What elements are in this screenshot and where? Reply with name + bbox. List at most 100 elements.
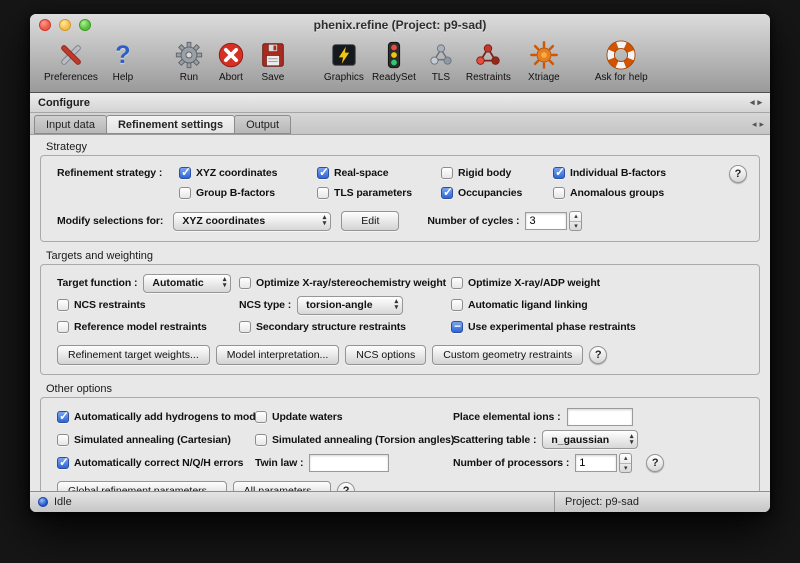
checkbox-use-experimental-phase-restraints[interactable]: Use experimental phase restraints — [451, 321, 747, 333]
processors-help-button[interactable]: ? — [646, 454, 664, 472]
checkbox-label: Anomalous groups — [570, 187, 664, 199]
checkbox-real-space[interactable]: Real-space — [317, 167, 441, 179]
toolbar-button-abort[interactable]: Abort — [210, 39, 252, 83]
status-bar: Idle Project: p9-sad — [30, 491, 770, 512]
strategy-help-button[interactable]: ? — [729, 165, 747, 183]
checkbox-label: Optimize X-ray/stereochemistry weight — [256, 277, 446, 289]
stepper-up-icon[interactable]: ▴ — [570, 212, 581, 222]
checkbox-tls-parameters[interactable]: TLS parameters — [317, 187, 441, 199]
checkbox-label: Rigid body — [458, 167, 511, 179]
scattering-table-dropdown[interactable]: n_gaussian ▴▾ — [542, 430, 638, 449]
targets-help-button[interactable]: ? — [589, 346, 607, 364]
save-icon — [256, 39, 290, 71]
toolbar-label: ReadySet — [372, 72, 416, 83]
checkbox-simulated-annealing-cartesian[interactable]: Simulated annealing (Cartesian) — [57, 434, 255, 446]
toolbar-button-ask-for-help[interactable]: Ask for help — [591, 39, 652, 83]
number-of-cycles-input[interactable] — [525, 212, 567, 230]
targets-group: Target function : Automatic ▴▾ Optimize … — [40, 264, 760, 375]
checkbox-individual-b-factors[interactable]: Individual B-factors — [553, 167, 747, 179]
title-bar[interactable]: phenix.refine (Project: p9-sad) — [30, 14, 770, 36]
ncs-type-dropdown[interactable]: torsion-angle ▴▾ — [297, 296, 403, 315]
checkbox-update-waters[interactable]: Update waters — [255, 411, 453, 423]
strategy-section: Strategy ? Refinement strategy : XYZ coo… — [38, 141, 762, 242]
strategy-row-2: Group B-factors TLS parameters Occupanci… — [57, 183, 747, 203]
traffic-light-icon — [377, 39, 411, 71]
checkbox-box — [239, 277, 251, 289]
checkbox-label: NCS restraints — [74, 299, 146, 311]
checkbox-box — [179, 167, 191, 179]
cycles-stepper[interactable]: ▴▾ — [569, 211, 582, 231]
zoom-button[interactable] — [79, 19, 91, 31]
tab-input-data[interactable]: Input data — [34, 115, 107, 134]
toolbar-button-restraints[interactable]: Restraints — [462, 39, 515, 83]
toolbar-button-graphics[interactable]: Graphics — [320, 39, 368, 83]
number-of-processors-input[interactable] — [575, 454, 617, 472]
checkbox-optimize-xray-stereochemistry-weight[interactable]: Optimize X-ray/stereochemistry weight — [239, 277, 451, 289]
checkbox-automatically-correct-nqh[interactable]: Automatically correct N/Q/H errors — [57, 457, 255, 469]
checkbox-anomalous-groups[interactable]: Anomalous groups — [553, 187, 747, 199]
checkbox-label: Use experimental phase restraints — [468, 321, 636, 333]
ncs-type-label: NCS type : — [239, 299, 291, 311]
project-label: Project: p9-sad — [565, 496, 639, 508]
stepper-up-icon[interactable]: ▴ — [620, 454, 631, 464]
checkbox-secondary-structure-restraints[interactable]: Secondary structure restraints — [239, 321, 451, 333]
tab-refinement-settings[interactable]: Refinement settings — [106, 115, 235, 134]
target-function-dropdown[interactable]: Automatic ▴▾ — [143, 274, 231, 293]
scroll-left-icon[interactable]: ◂ — [752, 119, 757, 130]
checkbox-box — [255, 411, 267, 423]
custom-geometry-restraints-button[interactable]: Custom geometry restraints — [432, 345, 583, 365]
checkbox-automatically-add-hydrogens[interactable]: Automatically add hydrogens to model — [57, 411, 255, 423]
other-help-button[interactable]: ? — [337, 482, 355, 491]
checkbox-occupancies[interactable]: Occupancies — [441, 187, 553, 199]
model-interpretation-button[interactable]: Model interpretation... — [216, 345, 340, 365]
dropdown-value: n_gaussian — [551, 434, 609, 446]
place-elemental-ions-input[interactable] — [567, 408, 633, 426]
twin-law-input[interactable] — [309, 454, 389, 472]
close-button[interactable] — [39, 19, 51, 31]
checkbox-optimize-xray-adp-weight[interactable]: Optimize X-ray/ADP weight — [451, 277, 747, 289]
status-project-section: Project: p9-sad — [554, 492, 770, 512]
toolbar-button-xtriage[interactable]: Xtriage — [523, 39, 565, 83]
toolbar-label: TLS — [432, 72, 450, 83]
scroll-right-icon[interactable]: ▸ — [759, 119, 764, 130]
checkbox-rigid-body[interactable]: Rigid body — [441, 167, 553, 179]
graphics-icon — [327, 39, 361, 71]
group-title-other-options: Other options — [46, 383, 762, 395]
checkbox-automatic-ligand-linking[interactable]: Automatic ligand linking — [451, 299, 747, 311]
configure-label: Configure — [38, 97, 90, 109]
stepper-down-icon[interactable]: ▾ — [620, 464, 631, 473]
scroll-left-icon[interactable]: ◂ — [750, 97, 755, 108]
dropdown-value: torsion-angle — [306, 299, 373, 311]
checkbox-ncs-restraints[interactable]: NCS restraints — [57, 299, 239, 311]
group-title-strategy: Strategy — [46, 141, 762, 153]
minimize-button[interactable] — [59, 19, 71, 31]
checkbox-simulated-annealing-torsion[interactable]: Simulated annealing (Torsion angles) — [255, 434, 453, 446]
other-buttons-row: Global refinement parameters... All para… — [57, 481, 747, 491]
strategy-row-1: Refinement strategy : XYZ coordinates Re… — [57, 163, 747, 183]
all-parameters-button[interactable]: All parameters... — [233, 481, 331, 491]
abort-icon — [214, 39, 248, 71]
checkbox-reference-model-restraints[interactable]: Reference model restraints — [57, 321, 239, 333]
ncs-options-button[interactable]: NCS options — [345, 345, 426, 365]
tab-bar: Input data Refinement settings Output ◂ … — [30, 113, 770, 135]
stepper-down-icon[interactable]: ▾ — [570, 222, 581, 231]
toolbar-button-run[interactable]: Run — [168, 39, 210, 83]
processors-stepper[interactable]: ▴▾ — [619, 453, 632, 473]
toolbar-button-save[interactable]: Save — [252, 39, 294, 83]
toolbar-label: Help — [113, 72, 134, 83]
edit-button[interactable]: Edit — [341, 211, 399, 231]
checkbox-group-b-factors[interactable]: Group B-factors — [179, 187, 317, 199]
modify-selections-dropdown[interactable]: XYZ coordinates ▴▾ — [173, 212, 331, 231]
checkbox-label: Individual B-factors — [570, 167, 666, 179]
global-refinement-parameters-button[interactable]: Global refinement parameters... — [57, 481, 227, 491]
tab-output[interactable]: Output — [234, 115, 291, 134]
refinement-target-weights-button[interactable]: Refinement target weights... — [57, 345, 210, 365]
toolbar-button-readyset[interactable]: ReadySet — [368, 39, 420, 83]
toolbar-button-preferences[interactable]: Preferences — [40, 39, 102, 83]
refinement-strategy-label: Refinement strategy : — [57, 167, 179, 179]
scroll-right-icon[interactable]: ▸ — [757, 97, 762, 108]
toolbar-button-tls[interactable]: TLS — [420, 39, 462, 83]
toolbar-button-help[interactable]: ? Help — [102, 39, 144, 83]
preferences-icon — [54, 39, 88, 71]
checkbox-xyz-coordinates[interactable]: XYZ coordinates — [179, 167, 317, 179]
